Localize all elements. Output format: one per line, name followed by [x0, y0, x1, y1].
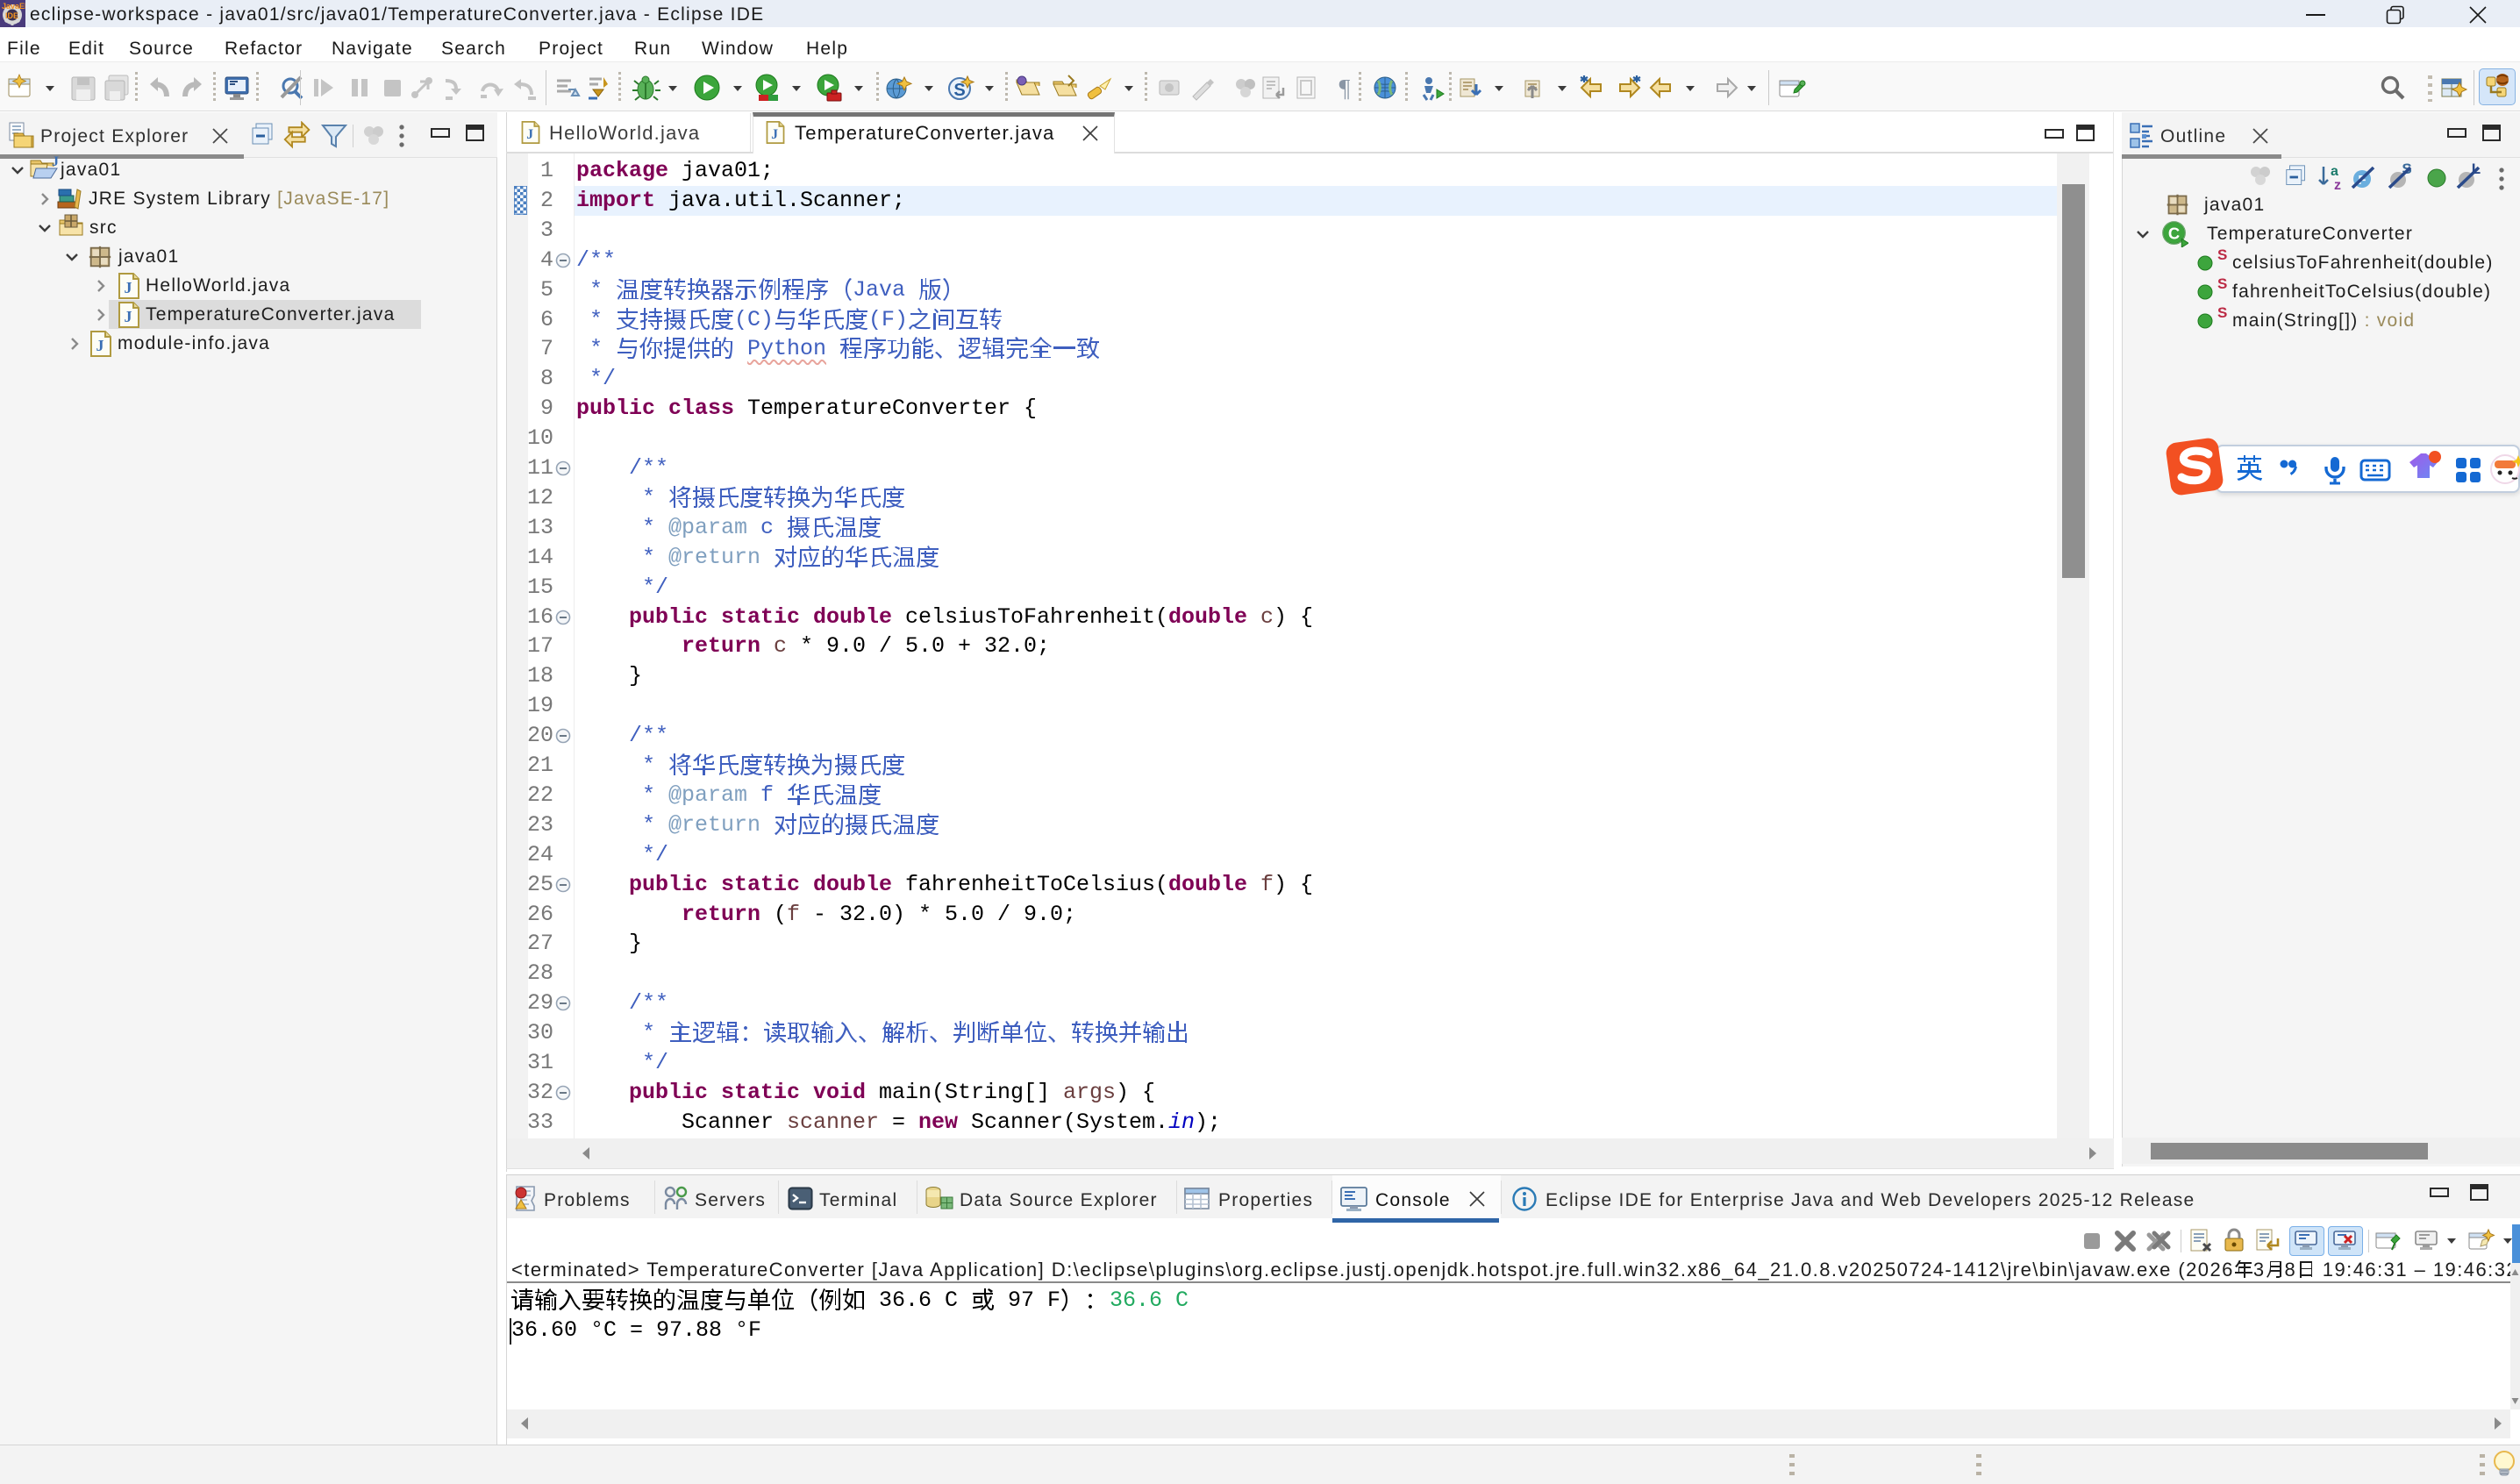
svg-text:IDE: IDE	[5, 11, 18, 20]
svg-text:z: z	[2334, 178, 2341, 191]
svg-text:a: a	[2331, 164, 2338, 179]
svg-text:C: C	[2168, 224, 2180, 242]
svg-text:¶: ¶	[1339, 75, 1351, 103]
svg-text:JavaEE: JavaEE	[2, 2, 25, 11]
svg-text:S: S	[953, 81, 965, 100]
svg-text:J: J	[771, 127, 778, 142]
svg-text:J: J	[526, 127, 533, 142]
